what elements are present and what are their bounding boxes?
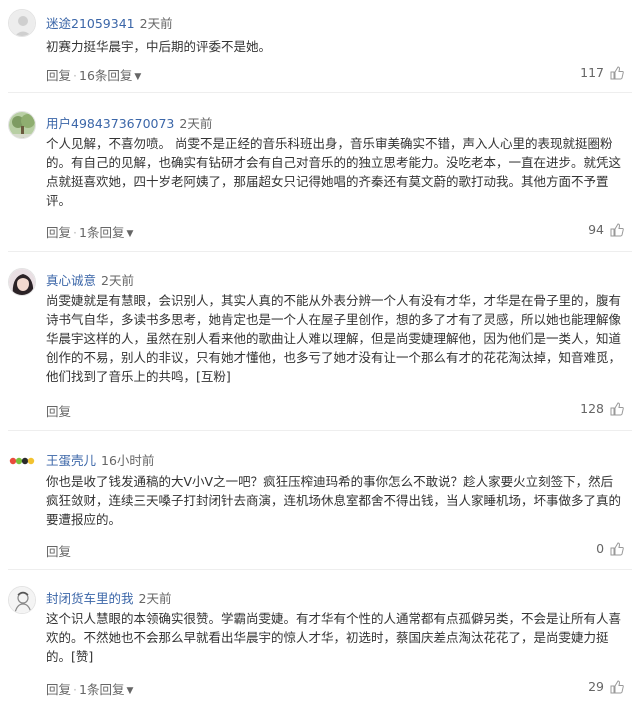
chevron-down-icon: ▼ bbox=[126, 686, 134, 696]
like-button[interactable]: 117 bbox=[580, 65, 624, 83]
like-count: 29 bbox=[588, 679, 605, 694]
comment-time: 2天前 bbox=[138, 591, 172, 606]
thumbs-up-icon bbox=[610, 223, 624, 240]
divider bbox=[8, 430, 632, 431]
username-link[interactable]: 用户4984373670073 bbox=[46, 116, 174, 131]
comment-time: 2天前 bbox=[101, 273, 134, 288]
thumbs-up-icon bbox=[610, 680, 624, 697]
comment-text: 个人见解，不喜勿喷。 尚雯不是正经的音乐科班出身，音乐审美确实不错，声入人心里的… bbox=[46, 136, 622, 208]
thumbs-up-icon bbox=[610, 402, 624, 419]
like-count: 0 bbox=[596, 541, 605, 556]
divider bbox=[8, 251, 632, 252]
reply-count: 1条回复 bbox=[79, 225, 125, 240]
avatar[interactable] bbox=[8, 9, 36, 37]
reply-button[interactable]: 回复 bbox=[46, 225, 71, 240]
comment-time: 16小时前 bbox=[101, 453, 155, 468]
comment-text: 初赛力挺华晨宇，中后期的评委不是她。 bbox=[46, 39, 272, 54]
reply-button[interactable]: 回复 bbox=[46, 682, 71, 697]
like-button[interactable]: 128 bbox=[580, 401, 624, 419]
comment-text: 这个识人慧眼的本领确实很赞。学霸尚雯婕。有才华有个性的人通常都有点孤僻另类，不会… bbox=[46, 611, 622, 664]
like-count: 117 bbox=[580, 65, 605, 80]
like-button[interactable]: 94 bbox=[588, 222, 624, 240]
like-button[interactable]: 29 bbox=[588, 679, 624, 697]
like-count: 128 bbox=[580, 401, 605, 416]
like-count: 94 bbox=[588, 222, 605, 237]
reply-count: 1条回复 bbox=[79, 682, 125, 697]
thumbs-up-icon bbox=[610, 542, 624, 559]
username-link[interactable]: 迷途21059341 bbox=[46, 16, 135, 31]
comment-text: 尚雯婕就是有慧眼，会识别人，其实人真的不能从外表分辨一个人有没有才华，才华是在骨… bbox=[46, 293, 622, 384]
reply-count: 16条回复 bbox=[79, 68, 133, 83]
divider bbox=[8, 92, 632, 93]
separator-dot: · bbox=[73, 225, 77, 240]
comment-text: 你也是收了钱发通稿的大V小V之一吧？疯狂压榨迪玛希的事你怎么不敢说？趁人家要火立… bbox=[46, 474, 622, 527]
thumbs-up-icon bbox=[610, 66, 624, 83]
separator-dot: · bbox=[73, 682, 77, 697]
chevron-down-icon: ▼ bbox=[126, 229, 134, 239]
avatar[interactable] bbox=[8, 446, 36, 474]
username-link[interactable]: 真心诚意 bbox=[46, 273, 96, 288]
avatar[interactable] bbox=[8, 586, 36, 614]
reply-button[interactable]: 回复 bbox=[46, 68, 71, 83]
chevron-down-icon: ▼ bbox=[134, 72, 142, 82]
separator-dot: · bbox=[73, 68, 77, 83]
divider bbox=[8, 569, 632, 570]
avatar[interactable] bbox=[8, 111, 36, 139]
username-link[interactable]: 王蛋壳儿 bbox=[46, 453, 96, 468]
view-replies-button[interactable]: 1条回复 ▼ bbox=[79, 682, 133, 697]
reply-button[interactable]: 回复 bbox=[46, 404, 71, 419]
like-button[interactable]: 0 bbox=[596, 541, 624, 559]
username-link[interactable]: 封闭货车里的我 bbox=[46, 591, 134, 606]
view-replies-button[interactable]: 16条回复 ▼ bbox=[79, 68, 141, 83]
reply-button[interactable]: 回复 bbox=[46, 544, 71, 559]
view-replies-button[interactable]: 1条回复 ▼ bbox=[79, 225, 133, 240]
comment-time: 2天前 bbox=[139, 16, 173, 31]
comment-time: 2天前 bbox=[179, 116, 213, 131]
avatar[interactable] bbox=[8, 268, 36, 296]
